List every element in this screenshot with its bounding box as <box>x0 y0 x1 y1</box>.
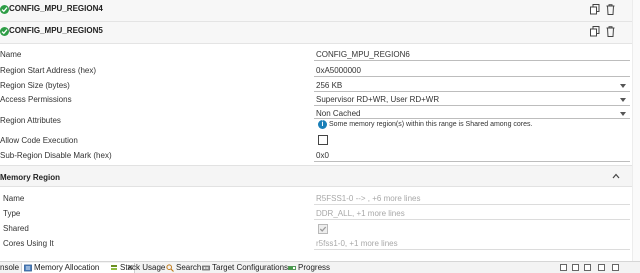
mr-cores-value: r5fss1-0, +1 more lines <box>316 239 398 248</box>
start-address-input[interactable]: 0xA5000000 <box>316 66 361 75</box>
check-circle-icon <box>0 27 9 36</box>
check-circle-icon <box>0 5 9 14</box>
start-address-underline <box>314 76 630 77</box>
view-menu-icon[interactable] <box>560 264 567 271</box>
mr-cores-underline <box>314 249 630 250</box>
target-config-icon <box>202 264 210 272</box>
chevron-up-icon[interactable] <box>612 172 620 181</box>
stack-icon <box>110 264 118 272</box>
attributes-label: Region Attributes <box>0 116 61 125</box>
menu-icon[interactable] <box>584 264 591 271</box>
tab-progress[interactable]: Progress <box>286 263 330 273</box>
size-label: Region Size (bytes) <box>0 81 70 90</box>
exec-checkbox[interactable] <box>318 135 328 145</box>
access-underline <box>314 105 630 106</box>
section-title: Memory Region <box>0 173 61 182</box>
mr-shared-label: Shared <box>3 224 29 233</box>
mr-name-underline <box>314 204 630 205</box>
subregion-label: Sub-Region Disable Mark (hex) <box>0 151 112 160</box>
subregion-input[interactable]: 0x0 <box>316 151 329 160</box>
pin-icon[interactable] <box>572 264 579 271</box>
memory-region-header[interactable]: Memory Region <box>0 165 640 187</box>
attributes-underline <box>314 118 630 119</box>
tab-target-configurations[interactable]: Target Configurations <box>200 263 288 273</box>
name-input[interactable]: CONFIG_MPU_REGION6 <box>316 50 410 59</box>
start-address-label: Region Start Address (hex) <box>0 66 97 75</box>
region-title: CONFIG_MPU_REGION5 <box>9 26 103 35</box>
progress-icon <box>288 264 296 272</box>
shared-checkbox <box>318 224 328 234</box>
mr-name-label: Name <box>3 194 25 203</box>
copy-icon[interactable] <box>590 26 600 39</box>
scrollbar[interactable] <box>632 0 640 262</box>
copy-icon[interactable] <box>590 4 600 17</box>
chevron-down-icon[interactable] <box>620 98 626 102</box>
size-select[interactable]: 256 KB <box>316 81 342 90</box>
access-select[interactable]: Supervisor RD+WR, User RD+WR <box>316 95 439 104</box>
size-underline <box>314 91 630 92</box>
attributes-info: Some memory region(s) within this range … <box>329 121 533 128</box>
attributes-select[interactable]: Non Cached <box>316 109 360 118</box>
mr-name-value: R5FSS1-0 --> , +6 more lines <box>316 194 421 203</box>
chevron-down-icon[interactable] <box>620 112 626 116</box>
mr-type-label: Type <box>3 209 21 218</box>
mr-type-value: DDR_ALL, +1 more lines <box>316 209 405 218</box>
tab-bar: nsole Memory Allocation ✕ Stack Usage Se… <box>0 261 640 273</box>
mr-type-underline <box>314 219 630 220</box>
region-row-4[interactable]: CONFIG_MPU_REGION4 <box>0 0 640 22</box>
delete-icon[interactable] <box>606 4 615 17</box>
subregion-underline <box>314 161 630 162</box>
region-title: CONFIG_MPU_REGION4 <box>9 4 103 13</box>
chevron-down-icon[interactable] <box>620 84 626 88</box>
tab-stack-usage[interactable]: Stack Usage <box>108 263 165 273</box>
name-underline <box>314 60 630 61</box>
exec-label: Allow Code Execution <box>0 136 78 145</box>
region-row-5[interactable]: CONFIG_MPU_REGION5 <box>0 22 640 44</box>
search-icon <box>166 264 174 272</box>
delete-icon[interactable] <box>606 26 615 39</box>
name-label: Name <box>0 50 22 59</box>
minimize-icon[interactable] <box>598 264 605 271</box>
tab-search[interactable]: Search <box>164 263 201 273</box>
memory-icon <box>24 264 32 272</box>
info-icon: i <box>318 120 327 129</box>
access-label: Access Permissions <box>0 95 72 104</box>
maximize-icon[interactable] <box>612 264 619 271</box>
mr-cores-label: Cores Using It <box>3 239 54 248</box>
